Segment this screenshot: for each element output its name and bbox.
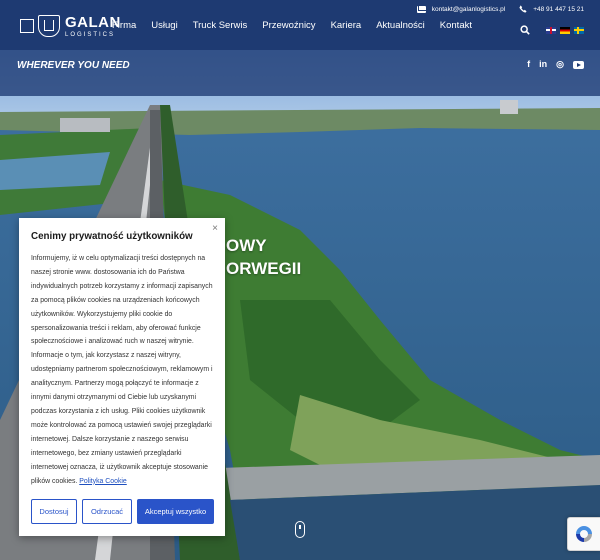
contact-strip: kontakt@galanlogistics.pl +48 91 447 15 … [403,5,584,13]
brand-logo[interactable]: GALAN LOGISTICS [20,14,121,38]
search-icon[interactable] [520,25,530,35]
cookie-body-text: Informujemy, iż w celu optymalizacji tre… [31,255,213,485]
cookie-consent-dialog: × Cenimy prywatność użytkowników Informu… [19,218,225,536]
recaptcha-icon [576,526,592,542]
social-links: f in ◎ [518,59,584,70]
flag-se-icon[interactable] [574,26,584,34]
accept-all-button[interactable]: Akceptuj wszystko [137,499,214,524]
recaptcha-badge[interactable] [567,517,600,551]
phone-contact[interactable]: +48 91 447 15 21 [519,5,584,13]
scroll-down-icon[interactable] [295,521,305,538]
cookie-buttons: Dostosuj Odrzucać Akceptuj wszystko [31,499,214,524]
customize-button[interactable]: Dostosuj [31,499,77,524]
flag-en-icon[interactable] [546,26,556,34]
nav-item-uslugi[interactable]: Usługi [151,20,177,31]
badge-icon [20,19,34,33]
hero-title-line2: ORWEGII [226,259,302,278]
instagram-icon[interactable]: ◎ [556,59,564,70]
cookie-policy-link[interactable]: Polityka Cookie [79,478,127,485]
linkedin-icon[interactable]: in [539,59,547,70]
cookie-body: Informujemy, iż w celu optymalizacji tre… [31,252,214,488]
nav-item-truck-serwis[interactable]: Truck Serwis [193,20,248,31]
hero-title-line1: OWY [226,236,267,255]
tagline: WHEREVER YOU NEED [17,60,130,71]
reject-button[interactable]: Odrzucać [82,499,132,524]
cookie-title: Cenimy prywatność użytkowników [31,231,193,242]
nav-item-kariera[interactable]: Kariera [331,20,362,31]
nav-item-kontakt[interactable]: Kontakt [440,20,472,31]
youtube-icon[interactable] [573,60,584,69]
header-tools [520,25,584,35]
mail-icon [416,5,427,13]
brand-subtitle: LOGISTICS [65,31,116,38]
facebook-icon[interactable]: f [527,59,530,70]
phone-text: +48 91 447 15 21 [533,5,584,13]
email-text: kontakt@galanlogistics.pl [431,5,506,13]
flag-de-icon[interactable] [560,26,570,34]
main-nav: Firma Usługi Truck Serwis Przewoźnicy Ka… [112,20,487,31]
phone-icon [519,5,527,13]
tagline-bar [0,50,600,96]
nav-item-przewoznicy[interactable]: Przewoźnicy [262,20,315,31]
crest-icon [38,15,60,37]
close-icon[interactable]: × [212,223,218,234]
hero-title: OWY ORWEGII [226,234,301,280]
nav-item-aktualnosci[interactable]: Aktualności [376,20,425,31]
email-contact[interactable]: kontakt@galanlogistics.pl [416,5,506,13]
nav-item-firma[interactable]: Firma [112,20,136,31]
